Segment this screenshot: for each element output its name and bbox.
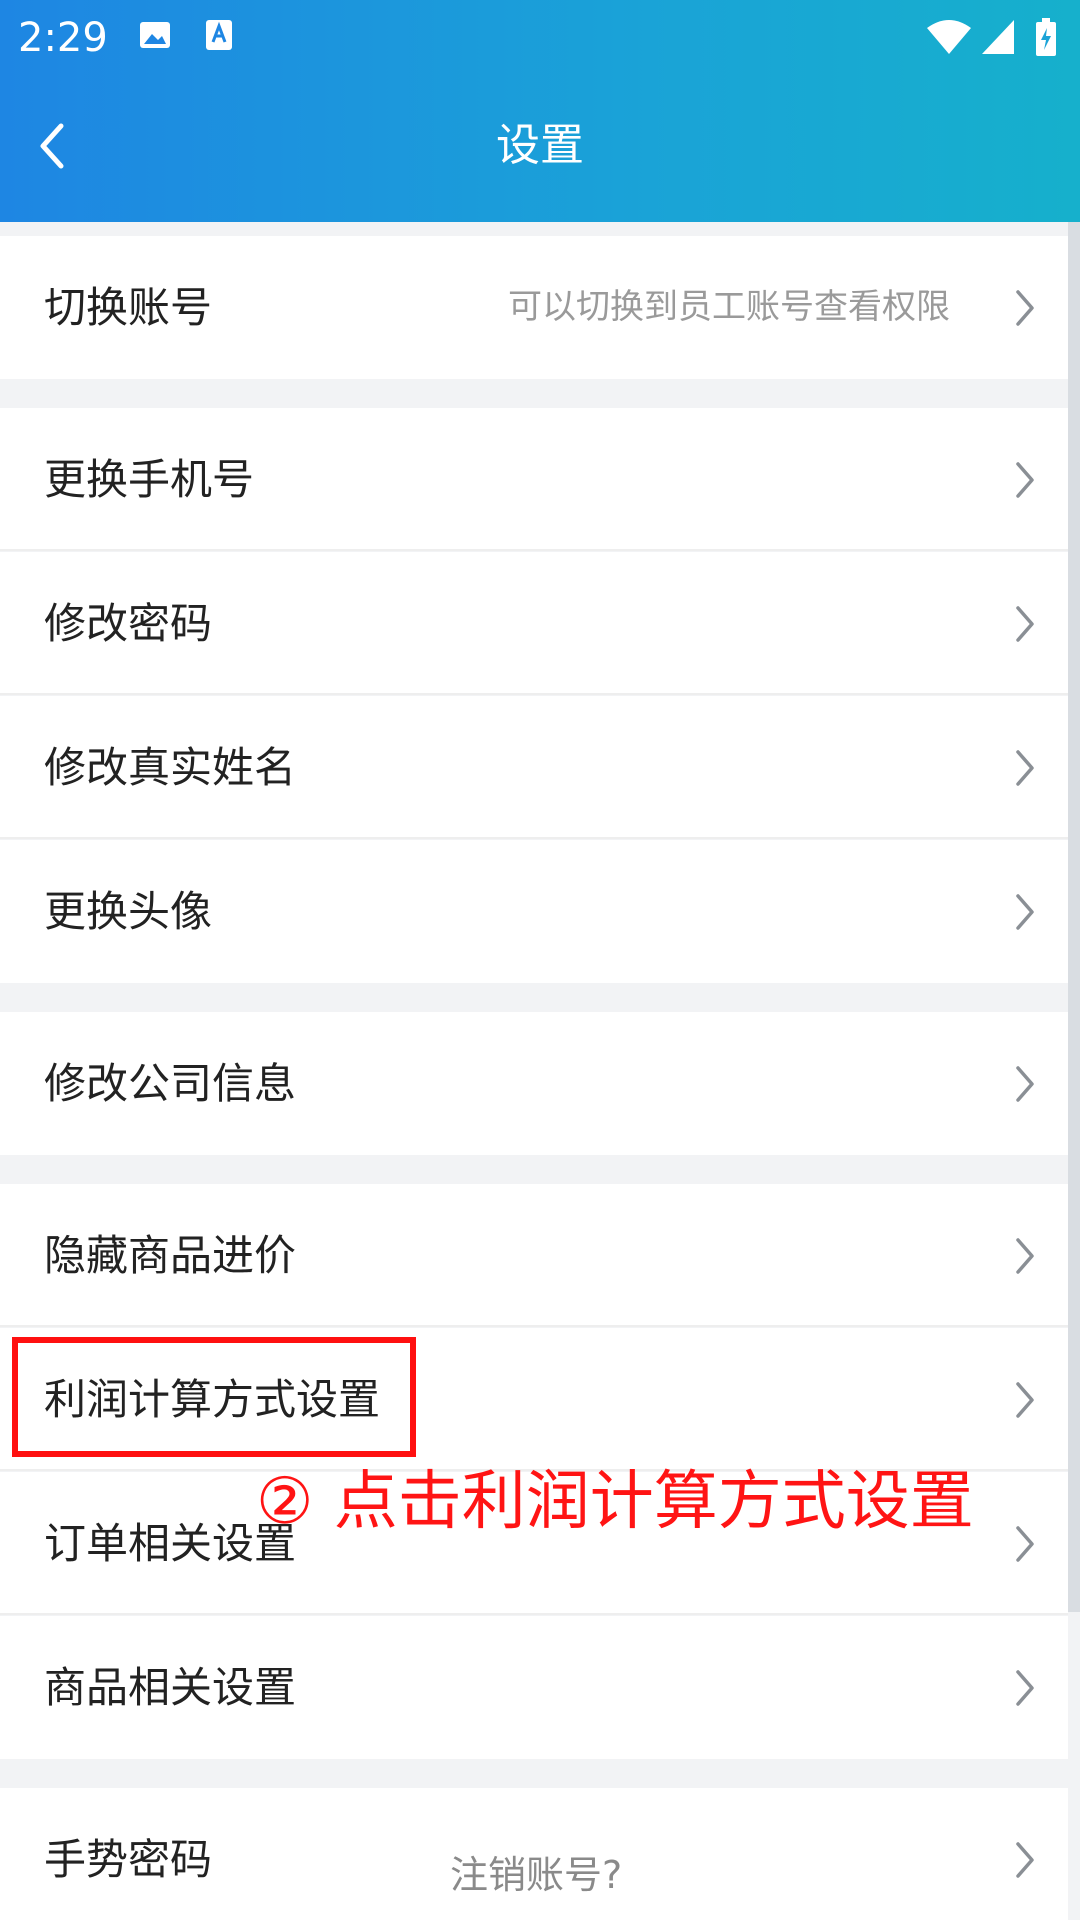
divider bbox=[0, 837, 1068, 839]
chevron-right-icon bbox=[1016, 606, 1034, 642]
row-label: 修改真实姓名 bbox=[44, 743, 297, 792]
chevron-right-icon bbox=[1016, 1238, 1034, 1274]
row-label: 更换手机号 bbox=[44, 455, 255, 504]
chevron-right-icon bbox=[1016, 894, 1034, 930]
row-change-avatar[interactable]: 更换头像 bbox=[0, 840, 1068, 983]
wifi-icon bbox=[926, 18, 972, 56]
row-switch-account[interactable]: 切换账号 可以切换到员工账号查看权限 bbox=[0, 236, 1068, 379]
settings-screen: 2:29 设置 切换账号 可以切换到员工账号查看权限 更换手机号 修改密码 修改… bbox=[0, 0, 1080, 1920]
row-label: 更换头像 bbox=[44, 887, 213, 936]
text-a-icon bbox=[204, 18, 234, 52]
tutorial-annotation: ② 点击利润计算方式设置 bbox=[256, 1465, 974, 1539]
row-label: 修改密码 bbox=[44, 599, 213, 648]
row-change-phone[interactable]: 更换手机号 bbox=[0, 408, 1068, 551]
cellular-signal-icon bbox=[980, 18, 1016, 56]
row-hint: 可以切换到员工账号查看权限 bbox=[508, 287, 950, 327]
scrollbar[interactable] bbox=[1068, 222, 1080, 1612]
row-label: 切换账号 bbox=[44, 283, 213, 332]
divider bbox=[0, 549, 1068, 551]
divider bbox=[0, 1613, 1068, 1615]
row-hide-cost-price[interactable]: 隐藏商品进价 bbox=[0, 1184, 1068, 1327]
top-app-bar: 2:29 设置 bbox=[0, 0, 1080, 222]
row-label: 修改公司信息 bbox=[44, 1059, 297, 1108]
chevron-right-icon bbox=[1016, 1670, 1034, 1706]
cancel-account-link[interactable]: 注销账号? bbox=[450, 1850, 622, 1900]
tutorial-highlight-box bbox=[12, 1337, 416, 1457]
row-label: 隐藏商品进价 bbox=[44, 1231, 297, 1280]
chevron-right-icon bbox=[1016, 462, 1034, 498]
row-company-info[interactable]: 修改公司信息 bbox=[0, 1012, 1068, 1155]
row-change-password[interactable]: 修改密码 bbox=[0, 552, 1068, 695]
divider bbox=[0, 693, 1068, 695]
status-time: 2:29 bbox=[18, 15, 108, 61]
chevron-right-icon bbox=[1016, 1382, 1034, 1418]
row-change-real-name[interactable]: 修改真实姓名 bbox=[0, 696, 1068, 839]
chevron-right-icon bbox=[1016, 290, 1034, 326]
row-label: 商品相关设置 bbox=[44, 1663, 297, 1712]
divider bbox=[0, 1325, 1068, 1327]
chevron-right-icon bbox=[1016, 1526, 1034, 1562]
chevron-right-icon bbox=[1016, 750, 1034, 786]
chevron-right-icon bbox=[1016, 1842, 1034, 1878]
row-product-settings[interactable]: 商品相关设置 bbox=[0, 1616, 1068, 1759]
image-icon bbox=[138, 18, 172, 52]
settings-list: 切换账号 可以切换到员工账号查看权限 更换手机号 修改密码 修改真实姓名 更换头… bbox=[0, 222, 1068, 1920]
row-label: 手势密码 bbox=[44, 1835, 213, 1884]
chevron-right-icon bbox=[1016, 1066, 1034, 1102]
battery-charging-icon bbox=[1034, 18, 1058, 58]
page-title: 设置 bbox=[496, 120, 584, 171]
